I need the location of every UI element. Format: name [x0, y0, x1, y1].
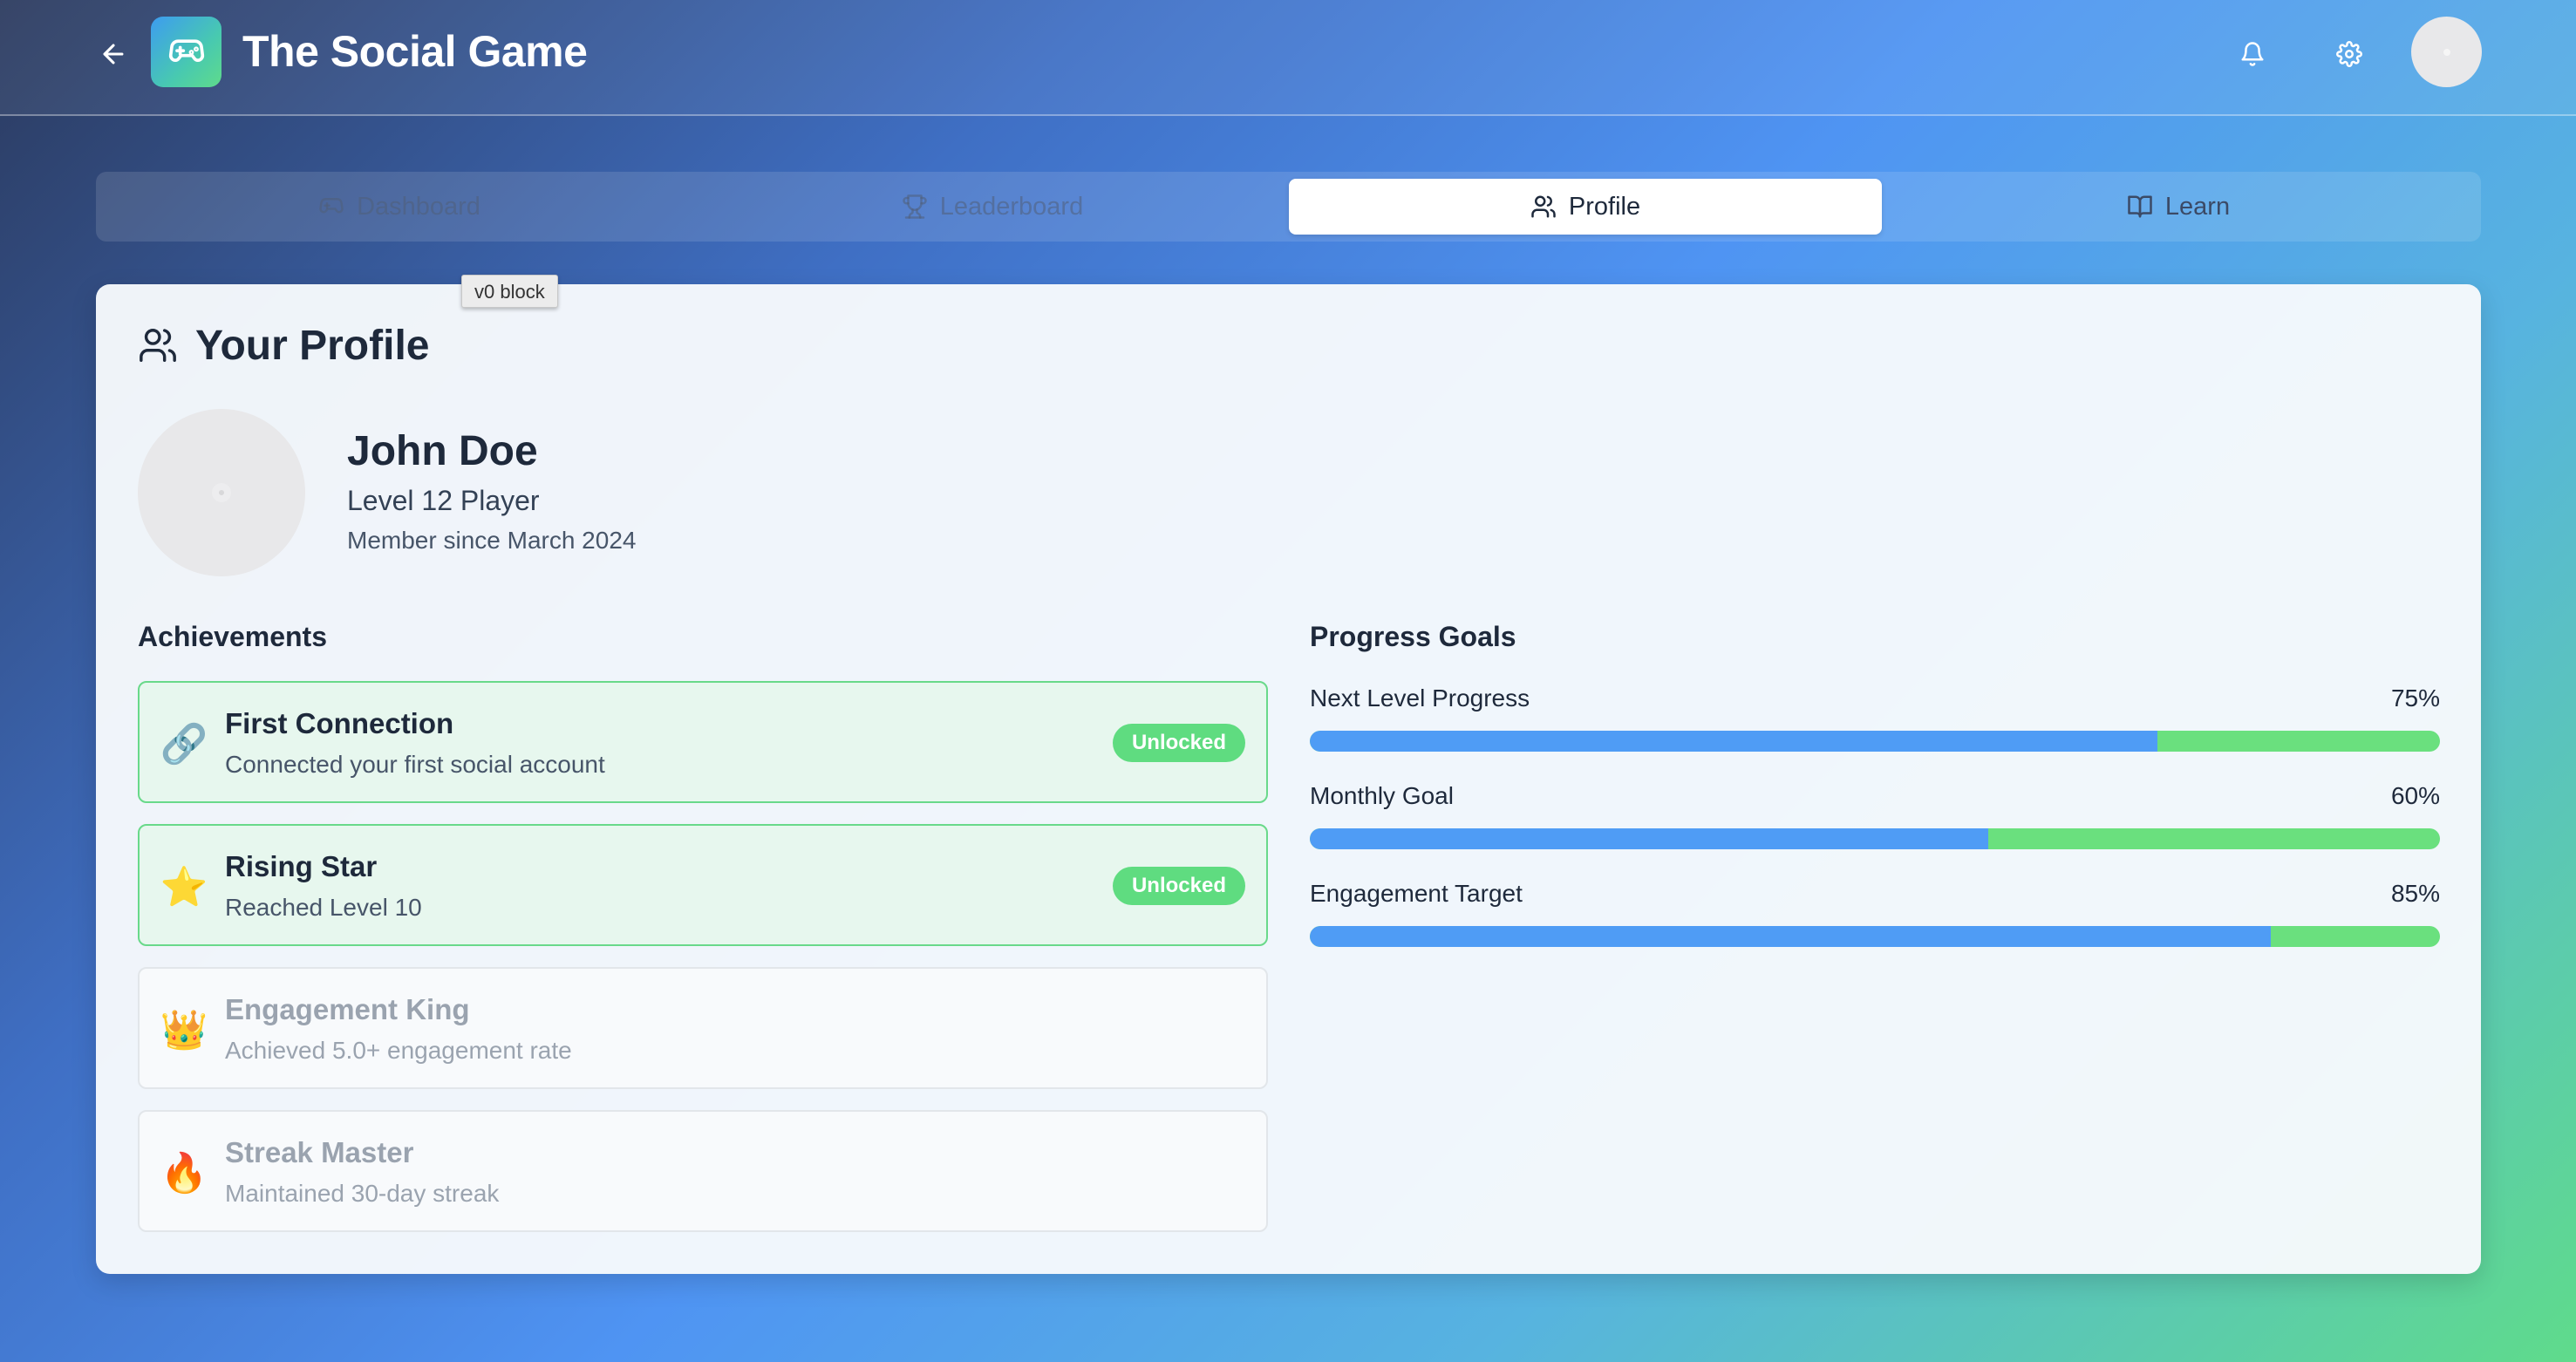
progress-bar [1310, 926, 2440, 947]
achievement-description: Achieved 5.0+ engagement rate [225, 1037, 572, 1064]
tab-label: Learn [2164, 192, 2231, 221]
tab-learn[interactable]: Learn [1882, 179, 2475, 235]
app-logo [151, 17, 221, 87]
achievements-heading: Achievements [138, 621, 327, 652]
progress-goal: Next Level Progress 75% [1310, 684, 2440, 763]
achievement-description: Maintained 30-day streak [225, 1180, 500, 1207]
goal-percent: 60% [2390, 782, 2440, 809]
profile-avatar [138, 409, 305, 576]
user-avatar-button[interactable] [2411, 17, 2482, 87]
v0-block-tooltip: v0 block [461, 275, 558, 308]
user-name: John Doe [347, 428, 538, 474]
trophy-icon [903, 194, 927, 219]
tab-label: Dashboard [357, 192, 480, 221]
achievement-card: 👑 Engagement King Achieved 5.0+ engageme… [138, 967, 1268, 1089]
progress-goal: Monthly Goal 60% [1310, 782, 2440, 861]
achievement-title: First Connection [225, 707, 454, 739]
goal-percent: 85% [2390, 880, 2440, 907]
progress-fill [1310, 731, 2157, 752]
avatar-placeholder-icon [212, 483, 231, 502]
bell-icon [2241, 42, 2264, 66]
back-button[interactable] [91, 31, 136, 77]
achievement-description: Connected your first social account [225, 751, 605, 778]
goal-label: Monthly Goal [1310, 782, 1454, 809]
goal-label: Engagement Target [1310, 880, 1523, 907]
crown-icon: 👑 [160, 1009, 208, 1052]
tab-label: Leaderboard [939, 192, 1084, 221]
progress-bar [1310, 731, 2440, 752]
profile-title-text: Your Profile [195, 322, 430, 369]
achievement-card: 🔗 First Connection Connected your first … [138, 681, 1268, 803]
progress-fill [1310, 926, 2271, 947]
tab-label: Profile [1568, 192, 1641, 221]
progress-goals-heading: Progress Goals [1310, 621, 1516, 652]
fire-icon: 🔥 [160, 1152, 208, 1195]
unlocked-badge: Unlocked [1112, 867, 1245, 905]
link-icon: 🔗 [160, 723, 208, 766]
achievement-title: Engagement King [225, 993, 470, 1025]
achievement-card: ⭐ Rising Star Reached Level 10 Unlocked [138, 824, 1268, 946]
profile-section-title: Your Profile [138, 319, 429, 371]
progress-bar [1310, 828, 2440, 849]
gamepad-icon [168, 38, 204, 62]
avatar-placeholder-icon [2443, 48, 2450, 56]
app-header: The Social Game [0, 0, 2576, 116]
book-icon [2128, 195, 2152, 218]
arrow-left-icon [103, 44, 124, 65]
main-tabs: Dashboard Leaderboard Profile Learn [96, 172, 2481, 242]
unlocked-badge: Unlocked [1112, 724, 1245, 762]
achievement-card: 🔥 Streak Master Maintained 30-day streak [138, 1110, 1268, 1232]
star-icon: ⭐ [160, 866, 208, 909]
tab-dashboard[interactable]: Dashboard [103, 179, 696, 235]
tab-leaderboard[interactable]: Leaderboard [696, 179, 1289, 235]
progress-fill [1310, 828, 1988, 849]
tab-profile[interactable]: Profile [1289, 179, 1882, 235]
member-since: Member since March 2024 [347, 527, 637, 554]
gamepad-icon [319, 198, 344, 214]
progress-goal: Engagement Target 85% [1310, 880, 2440, 958]
goal-percent: 75% [2390, 684, 2440, 712]
notifications-button[interactable] [2226, 28, 2279, 80]
users-icon [1531, 195, 1556, 218]
user-level: Level 12 Player [347, 485, 540, 516]
app-title: The Social Game [242, 27, 588, 76]
achievement-description: Reached Level 10 [225, 894, 422, 921]
achievement-title: Streak Master [225, 1136, 414, 1168]
gear-icon [2336, 41, 2362, 67]
users-icon [140, 329, 176, 362]
goal-label: Next Level Progress [1310, 684, 1530, 712]
achievement-title: Rising Star [225, 850, 378, 882]
settings-button[interactable] [2323, 28, 2375, 80]
profile-card: Your Profile John Doe Level 12 Player Me… [96, 284, 2481, 1274]
